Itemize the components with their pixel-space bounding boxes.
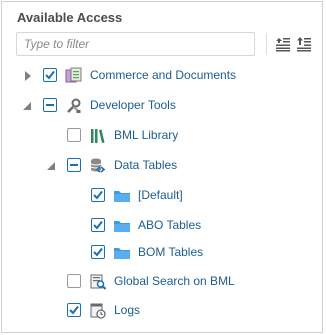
- tree-item-label[interactable]: Commerce and Documents: [90, 68, 236, 82]
- checkbox-abo-tables[interactable]: [91, 218, 105, 232]
- tree-item-label[interactable]: Developer Tools: [90, 98, 176, 112]
- tree-item-default[interactable]: [Default]: [0, 184, 320, 208]
- tree-item-bml-library[interactable]: BML Library: [0, 124, 320, 148]
- toolbar-separator: [266, 33, 267, 55]
- checkmark-icon: [93, 220, 103, 230]
- folder-icon: [114, 221, 130, 232]
- commerce-documents-icon: [65, 67, 82, 83]
- collapse-down-icon[interactable]: [45, 160, 57, 172]
- checkbox-default[interactable]: [91, 188, 105, 202]
- logs-icon: [90, 303, 106, 319]
- tree-item-bom-tables[interactable]: BOM Tables: [0, 241, 320, 265]
- tree-item-developer-tools[interactable]: Developer Tools: [0, 94, 320, 118]
- bml-library-icon: [91, 129, 105, 143]
- expand-all-icon: [276, 38, 290, 52]
- tree-item-label[interactable]: BOM Tables: [138, 245, 203, 259]
- checkmark-icon: [93, 247, 103, 257]
- checkmark-icon: [45, 70, 55, 80]
- tree-item-label[interactable]: [Default]: [138, 188, 183, 202]
- checkbox-data-tables[interactable]: [67, 158, 81, 172]
- tree-item-label[interactable]: Logs: [114, 303, 140, 317]
- expand-right-icon[interactable]: [22, 70, 34, 82]
- checkbox-developer-tools[interactable]: [43, 98, 57, 112]
- tree-item-label[interactable]: Data Tables: [114, 158, 177, 172]
- developer-tools-icon: [67, 98, 81, 113]
- checkmark-icon: [93, 190, 103, 200]
- tree-item-label[interactable]: Global Search on BML: [114, 274, 235, 288]
- partial-check-icon: [46, 104, 54, 106]
- tree-item-logs[interactable]: Logs: [0, 299, 320, 323]
- collapse-all-icon: [297, 37, 311, 52]
- checkbox-bml-library[interactable]: [67, 128, 81, 142]
- global-search-icon: [90, 274, 107, 290]
- panel-title: Available Access: [17, 10, 123, 25]
- folder-icon: [114, 248, 130, 259]
- collapse-all-button[interactable]: [296, 36, 312, 52]
- tree-item-label[interactable]: ABO Tables: [138, 218, 201, 232]
- partial-check-icon: [70, 164, 78, 166]
- tree-item-label[interactable]: BML Library: [114, 128, 178, 142]
- checkmark-icon: [69, 305, 79, 315]
- checkbox-commerce-documents[interactable]: [43, 68, 57, 82]
- tree-item-data-tables[interactable]: Data Tables: [0, 154, 320, 178]
- tree-item-global-search[interactable]: Global Search on BML: [0, 270, 320, 294]
- checkbox-logs[interactable]: [67, 303, 81, 317]
- expand-all-button[interactable]: [275, 36, 291, 52]
- tree-item-commerce-documents[interactable]: Commerce and Documents: [0, 64, 320, 88]
- data-tables-icon: [90, 158, 106, 173]
- checkbox-bom-tables[interactable]: [91, 245, 105, 259]
- tree-item-abo-tables[interactable]: ABO Tables: [0, 214, 320, 238]
- filter-input[interactable]: [16, 32, 255, 56]
- folder-icon: [114, 191, 130, 202]
- checkbox-global-search[interactable]: [67, 274, 81, 288]
- collapse-down-icon[interactable]: [21, 100, 33, 112]
